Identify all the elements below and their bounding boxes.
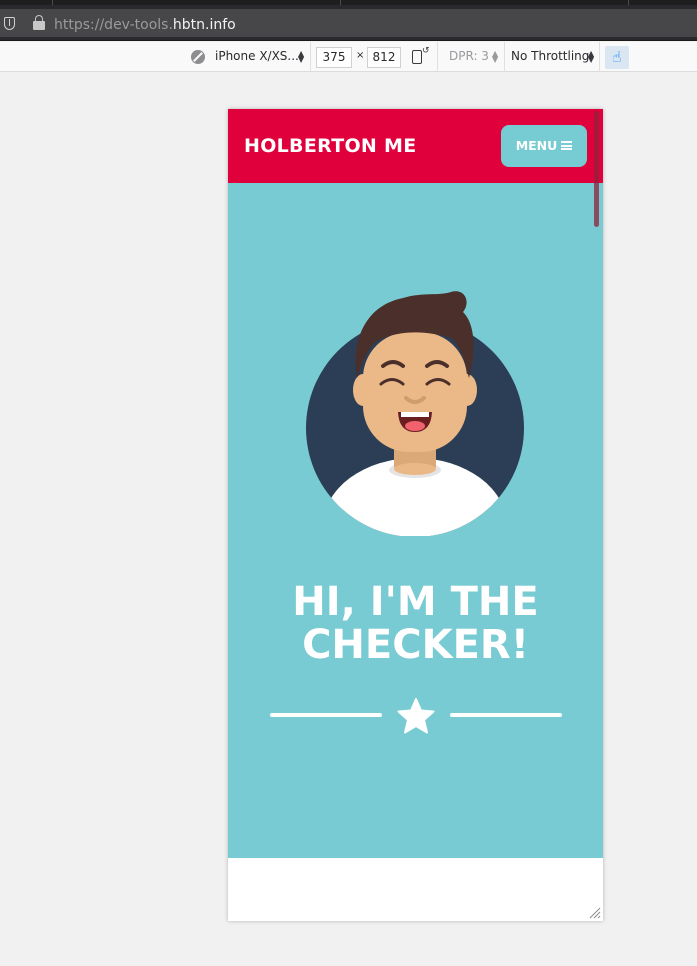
hero-section: HI, I'M THE CHECKER! [228,183,603,858]
toolbar-separator [437,42,438,72]
rotate-viewport-icon[interactable] [412,46,430,64]
throttling-selector[interactable]: No Throttling [511,49,589,63]
hamburger-icon [561,141,573,150]
chevron-updown-icon: ▲ ▼ [492,49,499,64]
toolbar-separator [599,42,600,72]
resize-handle-icon[interactable] [589,907,601,919]
shield-icon[interactable] [4,17,15,30]
star-icon [397,698,435,734]
site-brand[interactable]: HOLBERTON ME [244,135,417,157]
divider-line-right [450,713,562,717]
toolbar-separator [310,42,311,72]
dpr-selector[interactable]: DPR: 3 [449,49,489,63]
hero-title-line-1: HI, I'M THE [292,579,539,625]
lock-icon[interactable] [33,15,45,30]
touch-simulation-icon[interactable]: ☝ [605,46,629,69]
scrollbar-thumb[interactable] [594,111,599,227]
url-text[interactable]: https://dev-tools.hbtn.info [54,17,236,33]
chevron-updown-icon: ▲ ▼ [298,49,305,64]
site-header: HOLBERTON ME MENU [228,109,603,183]
device-selector[interactable]: iPhone X/XS... [215,49,299,63]
menu-button-label: MENU [515,138,558,153]
divider-line-left [270,713,382,717]
hero-title-line-2: CHECKER! [302,622,529,668]
avatar-illustration [306,291,524,536]
dimension-times: × [356,50,365,61]
chevron-updown-icon: ▲ ▼ [588,49,595,64]
viewport-height-input[interactable]: 812 [367,47,401,68]
responsive-design-toolbar: iPhone X/XS... ▲▼ 375 × 812 DPR: 3 ▲▼ No… [0,42,697,72]
address-field[interactable]: https://dev-tools.hbtn.info [0,9,697,37]
toolbar-separator [504,42,505,72]
viewport-width-input[interactable]: 375 [316,47,352,68]
menu-button[interactable]: MENU [501,125,587,167]
hero-title: HI, I'M THE CHECKER! [228,581,603,667]
device-viewport: HOLBERTON ME MENU HI, I'M THE CHECKER! [228,109,603,921]
url-bar: https://dev-tools.hbtn.info [0,5,697,41]
user-agent-indicator-icon [191,50,205,64]
